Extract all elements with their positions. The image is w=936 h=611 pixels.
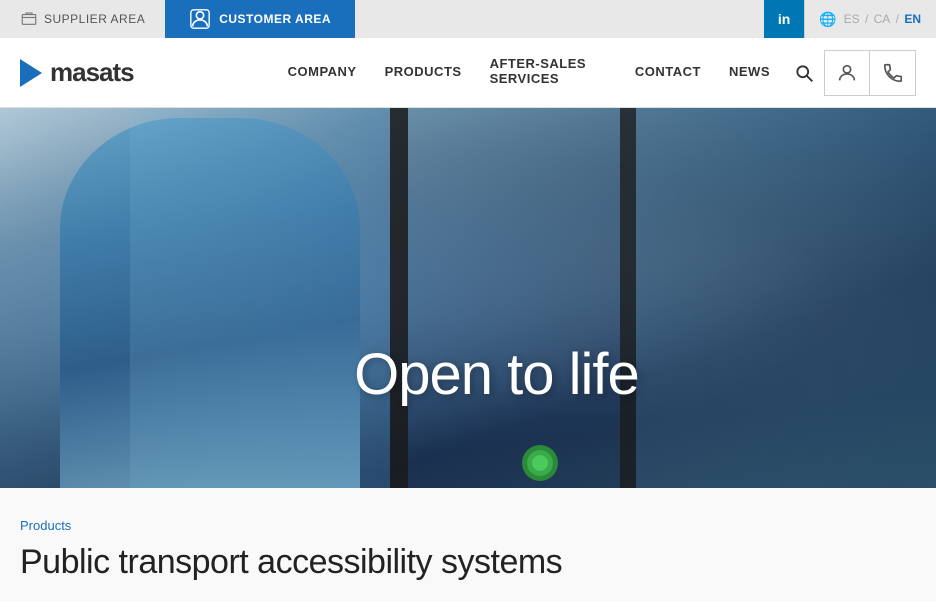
nav-item-company[interactable]: COMPANY <box>274 38 371 108</box>
logo[interactable]: masats <box>20 57 134 88</box>
lang-sep2: / <box>896 12 899 26</box>
language-selector[interactable]: 🌐 ES / CA / EN <box>805 11 936 28</box>
page-heading: Public transport accessibility systems <box>20 543 916 582</box>
content-area: Products Public transport accessibility … <box>0 488 936 602</box>
linkedin-icon: in <box>778 11 790 27</box>
phone-icon-button[interactable] <box>870 50 916 96</box>
search-icon <box>794 63 814 83</box>
supplier-area-button[interactable]: SUPPLIER AREA <box>0 0 165 38</box>
hero-section: Open to life <box>0 108 936 488</box>
supplier-label: SUPPLIER AREA <box>44 12 145 26</box>
search-button[interactable] <box>784 63 824 83</box>
nav-bar: masats COMPANY PRODUCTS AFTER-SALES SERV… <box>0 38 936 108</box>
customer-area-button[interactable]: CUSTOMER AREA <box>165 0 355 38</box>
breadcrumb[interactable]: Products <box>20 518 916 533</box>
logo-arrow-icon <box>20 59 42 87</box>
top-bar: SUPPLIER AREA CUSTOMER AREA in 🌐 ES / CA… <box>0 0 936 38</box>
customer-label: CUSTOMER AREA <box>219 12 331 26</box>
top-bar-right: in 🌐 ES / CA / EN <box>764 0 936 38</box>
hero-tagline: Open to life <box>354 341 639 408</box>
main-nav: COMPANY PRODUCTS AFTER-SALES SERVICES CO… <box>274 38 824 108</box>
nav-item-products[interactable]: PRODUCTS <box>371 38 476 108</box>
nav-item-news[interactable]: NEWS <box>715 38 784 108</box>
lang-sep1: / <box>865 12 868 26</box>
nav-item-contact[interactable]: CONTACT <box>621 38 715 108</box>
lang-en[interactable]: EN <box>904 12 921 26</box>
user-icon <box>836 62 858 84</box>
linkedin-button[interactable]: in <box>764 0 804 38</box>
user-icon-button[interactable] <box>824 50 870 96</box>
supplier-icon <box>20 10 38 28</box>
logo-text: masats <box>50 57 134 88</box>
customer-icon <box>189 8 211 30</box>
nav-item-after-sales[interactable]: AFTER-SALES SERVICES <box>476 38 621 108</box>
lang-es[interactable]: ES <box>844 12 860 26</box>
language-options: ES / CA / EN <box>843 12 922 26</box>
lang-ca[interactable]: CA <box>874 12 891 26</box>
nav-bar-right <box>824 50 916 96</box>
phone-icon <box>882 62 904 84</box>
globe-icon: 🌐 <box>819 11 836 28</box>
hero-decorative-lines <box>0 108 936 488</box>
